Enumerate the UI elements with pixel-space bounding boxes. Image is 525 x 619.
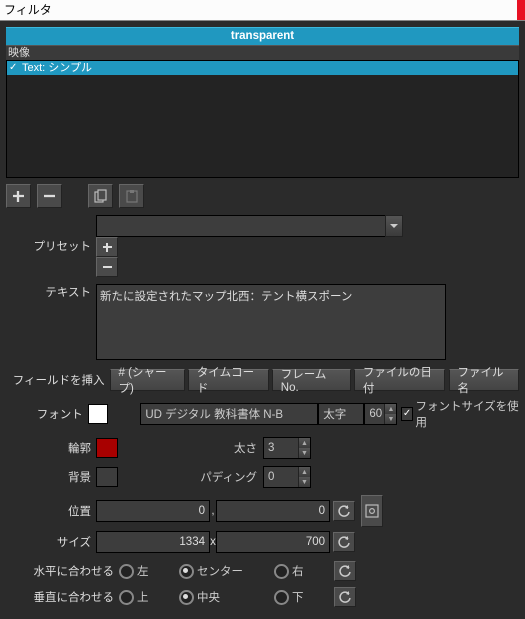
valign-bottom-radio[interactable] bbox=[274, 590, 289, 605]
check-icon[interactable] bbox=[9, 63, 19, 73]
close-icon[interactable] bbox=[517, 0, 525, 20]
list-item-label: Text: シンプル bbox=[22, 61, 92, 75]
size-h-input[interactable]: 700 bbox=[216, 531, 330, 553]
font-family-dropdown[interactable]: UD デジタル 教科書体 N-B bbox=[140, 403, 318, 425]
section-video: 映像 bbox=[6, 45, 519, 61]
valign-label: 垂直に合わせる bbox=[6, 589, 119, 605]
text-label: テキスト bbox=[6, 284, 96, 300]
background-color-swatch[interactable] bbox=[96, 467, 118, 487]
reset-size-button[interactable] bbox=[333, 532, 355, 552]
size-w-input[interactable]: 1334 bbox=[96, 531, 210, 553]
panel-body: transparent 映像 Text: シンプル プリセット テキスト 新たに… bbox=[0, 21, 525, 607]
padding-label: パディング bbox=[182, 469, 263, 485]
add-button[interactable] bbox=[6, 184, 31, 208]
padding-spinner[interactable]: 0▲▼ bbox=[263, 466, 311, 488]
paste-button[interactable] bbox=[119, 184, 144, 208]
outline-color-swatch[interactable] bbox=[96, 438, 118, 458]
reset-valign-button[interactable] bbox=[334, 587, 356, 607]
fit-button[interactable] bbox=[361, 495, 383, 527]
copy-button[interactable] bbox=[88, 184, 113, 208]
list-item[interactable]: Text: シンプル bbox=[7, 61, 518, 75]
position-y-input[interactable]: 0 bbox=[216, 500, 330, 522]
insert-filedate-button[interactable]: ファイルの日付 bbox=[354, 369, 445, 391]
reset-halign-button[interactable] bbox=[334, 561, 356, 581]
use-font-size-label: フォントサイズを使用 bbox=[415, 398, 519, 430]
position-label: 位置 bbox=[6, 503, 96, 519]
insert-timecode-button[interactable]: タイムコード bbox=[188, 369, 269, 391]
remove-button[interactable] bbox=[37, 184, 62, 208]
thickness-label: 太さ bbox=[207, 440, 263, 456]
insert-label: フィールドを挿入 bbox=[6, 372, 110, 388]
preset-add-button[interactable] bbox=[96, 237, 118, 257]
valign-middle-radio[interactable] bbox=[179, 590, 194, 605]
reset-position-button[interactable] bbox=[333, 501, 355, 521]
preset-label: プリセット bbox=[6, 238, 96, 254]
thickness-spinner[interactable]: 3▲▼ bbox=[263, 437, 311, 459]
insert-filename-button[interactable]: ファイル名 bbox=[449, 369, 519, 391]
halign-right-radio[interactable] bbox=[274, 564, 289, 579]
valign-top-radio[interactable] bbox=[119, 590, 134, 605]
title-bar: フィルタ bbox=[0, 0, 525, 21]
font-size-spinner[interactable]: 60▲▼ bbox=[364, 403, 397, 425]
background-label: 背景 bbox=[6, 469, 96, 485]
insert-frame-button[interactable]: フレーム No. bbox=[272, 369, 351, 391]
text-input[interactable]: 新たに設定されたマップ北西：テント横スポーン bbox=[96, 284, 446, 360]
chevron-down-icon[interactable] bbox=[385, 215, 403, 237]
use-font-size-checkbox[interactable]: ✓ bbox=[401, 407, 414, 421]
filter-list[interactable]: Text: シンプル bbox=[6, 61, 519, 178]
outline-label: 輪郭 bbox=[6, 440, 96, 456]
font-label: フォント bbox=[6, 406, 88, 422]
size-label: サイズ bbox=[6, 534, 96, 550]
source-name: transparent bbox=[6, 27, 519, 45]
list-toolbar bbox=[6, 184, 519, 208]
insert-sharp-button[interactable]: # (シャープ) bbox=[110, 369, 185, 391]
preset-remove-button[interactable] bbox=[96, 257, 118, 277]
font-weight-dropdown[interactable]: 太字 bbox=[318, 403, 364, 425]
window-title: フィルタ bbox=[4, 3, 52, 17]
halign-left-radio[interactable] bbox=[119, 564, 134, 579]
position-x-input[interactable]: 0 bbox=[96, 500, 210, 522]
halign-center-radio[interactable] bbox=[179, 564, 194, 579]
preset-dropdown[interactable] bbox=[96, 215, 385, 237]
font-color-swatch[interactable] bbox=[88, 404, 108, 424]
halign-label: 水平に合わせる bbox=[6, 563, 119, 579]
